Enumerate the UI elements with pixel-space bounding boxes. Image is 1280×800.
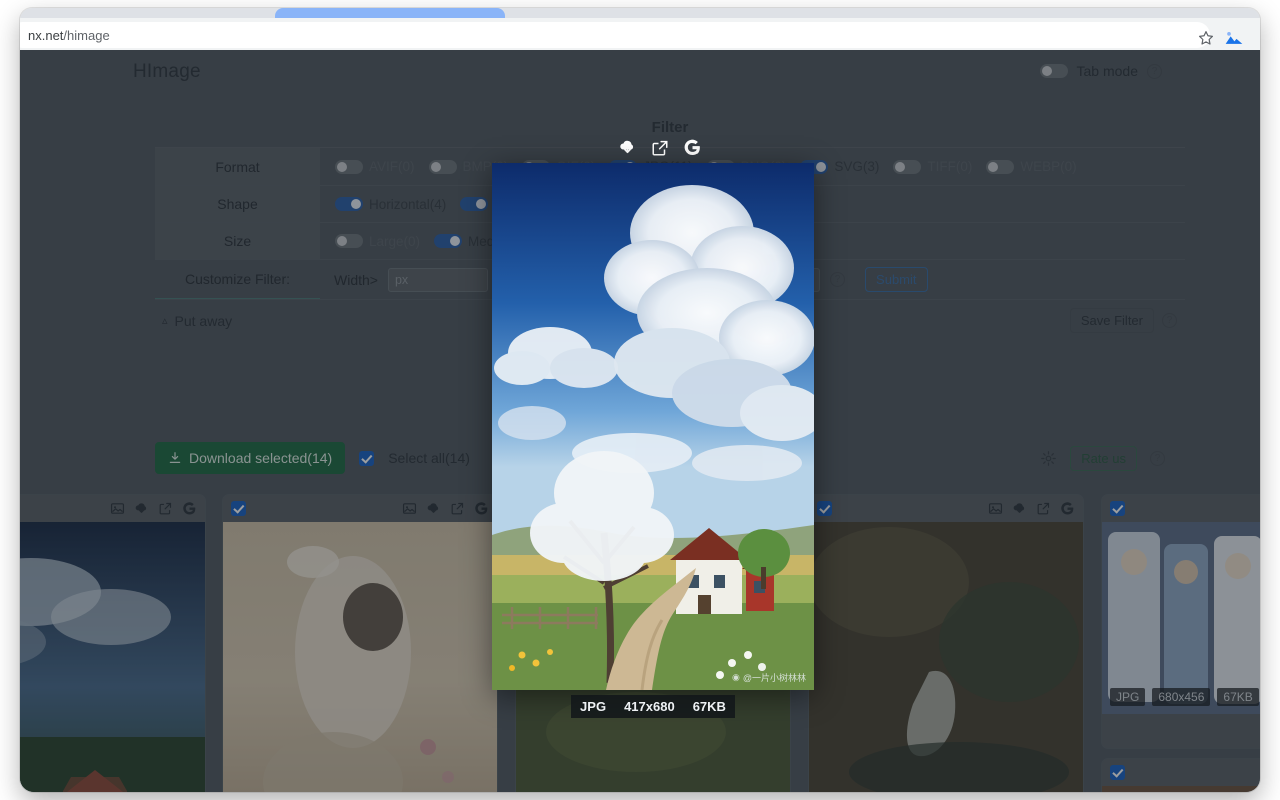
preview-format: JPG (571, 695, 616, 718)
watermark: ◉ @一片小树林林 (732, 671, 806, 684)
cloud-download-icon[interactable] (618, 138, 637, 157)
image-preview-modal: ◉ @一片小树林林 JPG 417x680 67KB (20, 50, 1260, 792)
url-text: nx.net/himage (28, 28, 110, 43)
preview-artwork (492, 163, 814, 690)
external-link-icon[interactable] (651, 139, 669, 157)
browser-tab-active[interactable] (275, 8, 505, 18)
star-icon[interactable] (1197, 29, 1215, 47)
preview-image[interactable]: ◉ @一片小树林林 (492, 163, 814, 690)
url-bar[interactable]: nx.net/himage (20, 22, 1210, 48)
preview-toolbar (618, 138, 702, 157)
weibo-icon: ◉ (732, 672, 740, 682)
browser-window: nx.net/himage HImage Tab mode ? Filter F… (20, 8, 1260, 792)
browser-omnibox: nx.net/himage (20, 18, 1260, 50)
extension-icon[interactable] (1224, 29, 1244, 47)
url-path: /himage (63, 27, 110, 43)
google-icon[interactable] (683, 138, 702, 157)
url-origin: nx.net (28, 27, 64, 43)
preview-filesize: 67KB (683, 695, 735, 718)
tab-strip (20, 8, 1260, 18)
preview-meta: JPG 417x680 67KB (492, 695, 814, 718)
preview-dimensions: 417x680 (615, 695, 684, 718)
app-page: HImage Tab mode ? Filter Format AVIF(0) … (20, 50, 1260, 792)
watermark-text: @一片小树林林 (742, 673, 806, 683)
